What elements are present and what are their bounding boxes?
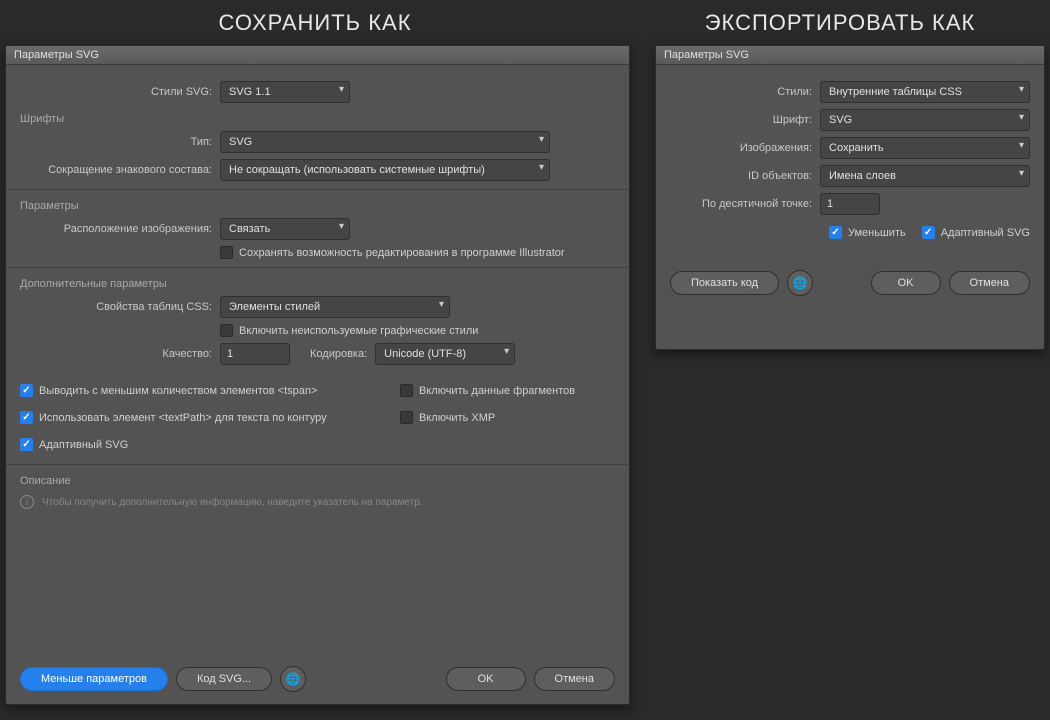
svg-styles-label: Стили SVG: <box>20 86 220 98</box>
info-icon: i <box>20 495 34 509</box>
css-props-select[interactable]: Элементы стилей <box>220 296 450 318</box>
fewer-tspan-checkbox[interactable] <box>20 384 33 397</box>
description-section: Описание <box>20 475 615 487</box>
description-text: Чтобы получить дополнительную информацию… <box>42 497 423 508</box>
decimal-label-r: По десятичной точке: <box>670 198 820 210</box>
preserve-editing-checkbox[interactable] <box>220 246 233 259</box>
adaptive-label-r: Адаптивный SVG <box>941 227 1030 239</box>
styles-select-r[interactable]: Внутренние таблицы CSS <box>820 81 1030 103</box>
ok-button-r[interactable]: OK <box>871 271 941 295</box>
quality-input[interactable] <box>220 343 290 365</box>
styles-label-r: Стили: <box>670 86 820 98</box>
include-fragments-label: Включить данные фрагментов <box>419 385 575 397</box>
css-props-label: Свойства таблиц CSS: <box>20 301 220 313</box>
dialog-title: Параметры SVG <box>6 46 629 65</box>
minify-checkbox-r[interactable] <box>829 226 842 239</box>
images-label-r: Изображения: <box>670 142 820 154</box>
adaptive-svg-checkbox-left[interactable] <box>20 438 33 451</box>
save-as-dialog: Параметры SVG Стили SVG: SVG 1.1 Шрифты … <box>5 45 630 705</box>
image-location-select[interactable]: Связать <box>220 218 350 240</box>
ok-button[interactable]: OK <box>446 667 526 691</box>
fewer-tspan-label: Выводить с меньшим количеством элементов… <box>39 385 317 397</box>
use-textpath-label: Использовать элемент <textPath> для текс… <box>39 412 327 424</box>
quality-label: Качество: <box>20 348 220 360</box>
cancel-button[interactable]: Отмена <box>534 667 615 691</box>
font-type-select[interactable]: SVG <box>220 131 550 153</box>
include-xmp-checkbox[interactable] <box>400 411 413 424</box>
export-as-dialog: Параметры SVG Стили: Внутренние таблицы … <box>655 45 1045 350</box>
header-save-as: СОХРАНИТЬ КАК <box>0 10 630 36</box>
globe-icon[interactable]: 🌐 <box>280 666 306 692</box>
show-code-button-r[interactable]: Показать код <box>670 271 779 295</box>
minify-label-r: Уменьшить <box>848 227 906 239</box>
params-section: Параметры <box>20 200 615 212</box>
advanced-section: Дополнительные параметры <box>20 278 615 290</box>
encoding-select[interactable]: Unicode (UTF-8) <box>375 343 515 365</box>
svg-styles-select[interactable]: SVG 1.1 <box>220 81 350 103</box>
svg-code-button[interactable]: Код SVG... <box>176 667 272 691</box>
font-label-r: Шрифт: <box>670 114 820 126</box>
image-location-label: Расположение изображения: <box>20 223 220 235</box>
use-textpath-checkbox[interactable] <box>20 411 33 424</box>
encoding-label: Кодировка: <box>290 348 375 360</box>
include-unused-label: Включить неиспользуемые графические стил… <box>239 325 478 337</box>
include-unused-checkbox[interactable] <box>220 324 233 337</box>
include-fragments-checkbox[interactable] <box>400 384 413 397</box>
fewer-params-button[interactable]: Меньше параметров <box>20 667 168 691</box>
adaptive-svg-label-left: Адаптивный SVG <box>39 439 128 451</box>
object-ids-label-r: ID объектов: <box>670 170 820 182</box>
object-ids-select-r[interactable]: Имена слоев <box>820 165 1030 187</box>
adaptive-checkbox-r[interactable] <box>922 226 935 239</box>
preserve-editing-label: Сохранять возможность редактирования в п… <box>239 247 565 259</box>
font-type-label: Тип: <box>20 136 220 148</box>
images-select-r[interactable]: Сохранить <box>820 137 1030 159</box>
header-export-as: ЭКСПОРТИРОВАТЬ КАК <box>630 10 1050 36</box>
decimal-input-r[interactable] <box>820 193 880 215</box>
globe-icon-r[interactable]: 🌐 <box>787 270 813 296</box>
include-xmp-label: Включить XMP <box>419 412 495 424</box>
subset-label: Сокращение знакового состава: <box>20 164 220 176</box>
subset-select[interactable]: Не сокращать (использовать системные шри… <box>220 159 550 181</box>
font-select-r[interactable]: SVG <box>820 109 1030 131</box>
cancel-button-r[interactable]: Отмена <box>949 271 1030 295</box>
fonts-section: Шрифты <box>20 113 615 125</box>
dialog-title-right: Параметры SVG <box>656 46 1044 65</box>
